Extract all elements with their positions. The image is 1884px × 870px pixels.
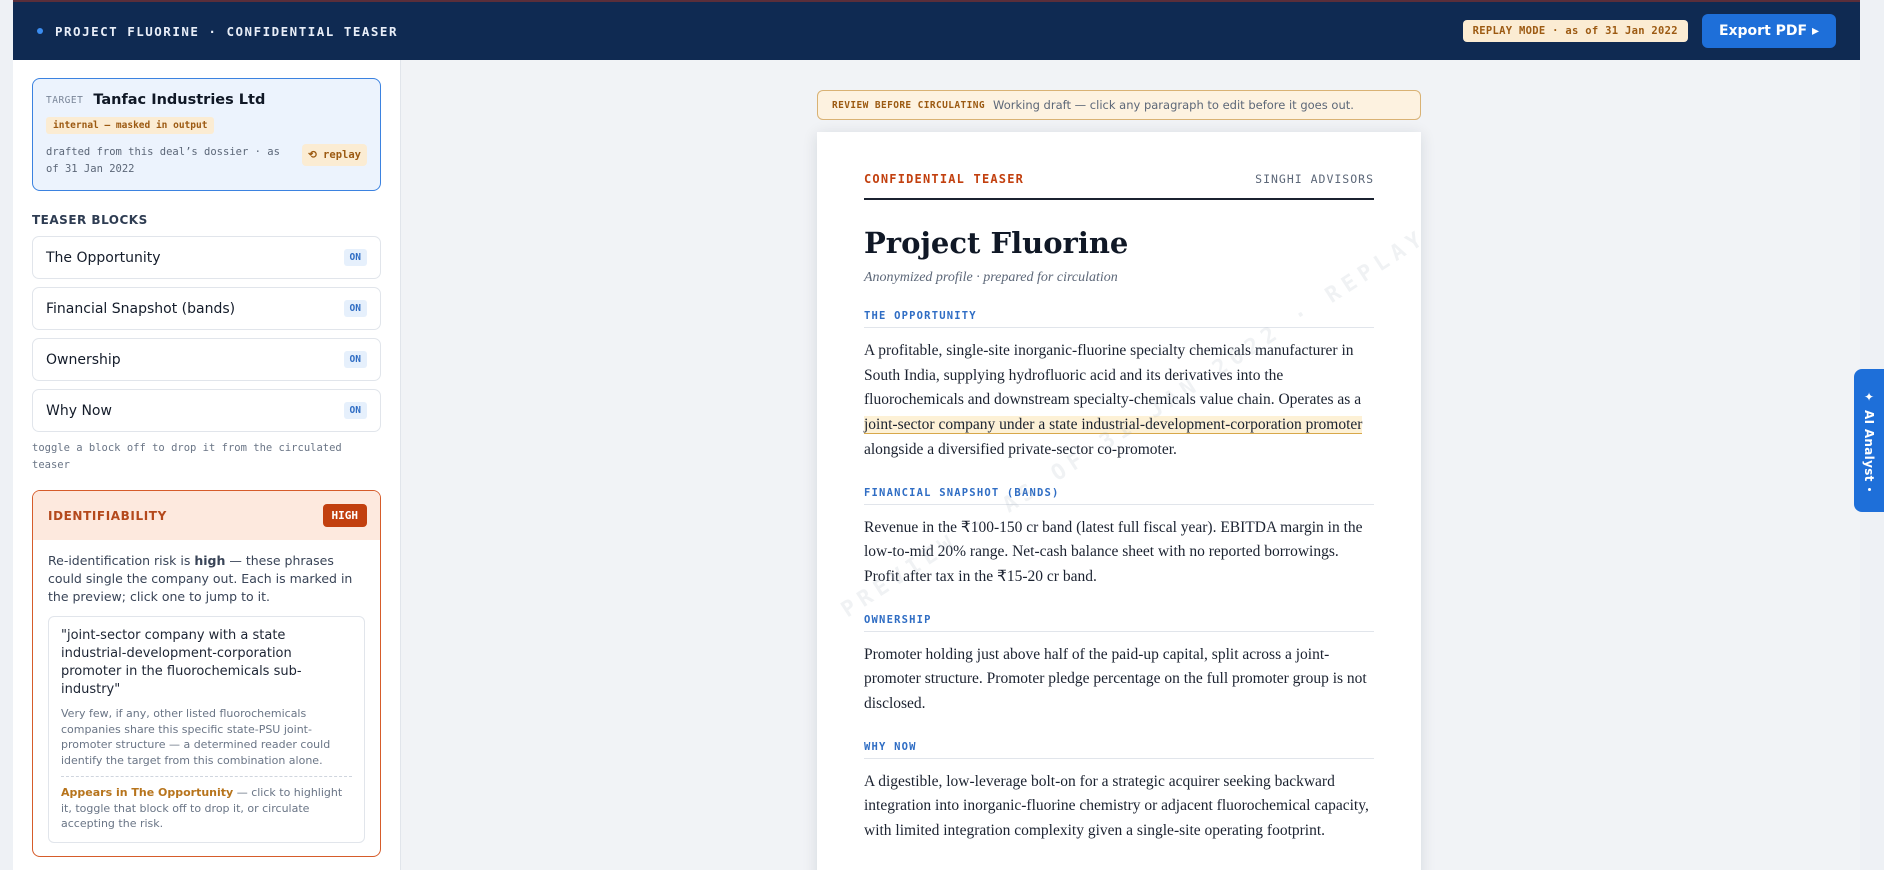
export-pdf-button[interactable]: Export PDF ▸ [1701, 14, 1836, 48]
block-toggle-opportunity[interactable]: The Opportunity ON [32, 236, 381, 279]
brand-dot-icon [37, 28, 43, 34]
appears-in-link[interactable]: Appears in The Opportunity [61, 786, 233, 799]
advisor-name: SINGHI ADVISORS [1255, 172, 1374, 186]
block-state-chip[interactable]: ON [343, 300, 367, 317]
identifiability-title: IDENTIFIABILITY [48, 508, 167, 523]
identifiability-header: IDENTIFIABILITY HIGH [33, 491, 380, 540]
ai-analyst-label: AI Analyst [1862, 410, 1876, 482]
preview-area: REVIEW BEFORE CIRCULATING Working draft … [401, 60, 1860, 870]
risk-phrase-card[interactable]: "joint-sector company with a state indus… [48, 616, 365, 843]
review-tag: REVIEW BEFORE CIRCULATING [832, 99, 985, 111]
review-banner: REVIEW BEFORE CIRCULATING Working draft … [817, 90, 1421, 120]
sidebar: TARGET Tanfac Industries Ltd internal — … [13, 60, 401, 870]
document-header: CONFIDENTIAL TEASER SINGHI ADVISORS [864, 172, 1374, 200]
app-title: PROJECT FLUORINE · CONFIDENTIAL TEASER [55, 23, 398, 39]
confidential-label: CONFIDENTIAL TEASER [864, 172, 1025, 186]
document-title: Project Fluorine [864, 226, 1129, 260]
mask-note-chip: internal — masked in output [46, 117, 215, 134]
risk-level-badge: HIGH [322, 504, 367, 527]
target-card: TARGET Tanfac Industries Ltd internal — … [32, 78, 381, 191]
paragraph-ownership[interactable]: Promoter holding just above half of the … [864, 643, 1374, 717]
brand: PROJECT FLUORINE · CONFIDENTIAL TEASER [37, 24, 398, 39]
block-toggle-ownership[interactable]: Ownership ON [32, 338, 381, 381]
review-text: Working draft — click any paragraph to e… [993, 98, 1354, 112]
section-heading-ownership: OWNERSHIP [864, 614, 1374, 632]
divider [61, 776, 352, 777]
block-label: The Opportunity [46, 249, 161, 266]
section-heading-why-now: WHY NOW [864, 741, 1374, 759]
block-state-chip[interactable]: ON [343, 249, 367, 266]
section-heading-opportunity: THE OPPORTUNITY [864, 310, 1374, 328]
sparkle-icon: ✦ [1863, 390, 1875, 405]
drafted-note: drafted from this deal’s dossier · as of… [46, 146, 280, 175]
identifiability-card: IDENTIFIABILITY HIGH Re-identification r… [32, 490, 381, 857]
paragraph-opportunity[interactable]: A profitable, single-site inorganic-fluo… [864, 339, 1374, 463]
paragraph-why-now[interactable]: A digestible, low-leverage bolt-on for a… [864, 770, 1374, 844]
paragraph-financial[interactable]: Revenue in the ₹100-150 cr band (latest … [864, 516, 1374, 590]
block-toggle-why-now[interactable]: Why Now ON [32, 389, 381, 432]
block-label: Why Now [46, 402, 112, 419]
document-subtitle: Anonymized profile · prepared for circul… [864, 270, 1118, 285]
replay-button[interactable]: ⟲ replay [301, 144, 367, 166]
toggle-hint: toggle a block off to drop it from the c… [32, 442, 342, 471]
section-heading-financial: FINANCIAL SNAPSHOT (BANDS) [864, 487, 1374, 505]
block-state-chip[interactable]: ON [343, 402, 367, 419]
teaser-document: PREVIEW · AS OF 31 JAN 2022 · REPLAY CON… [817, 132, 1421, 870]
block-toggle-financial-snapshot[interactable]: Financial Snapshot (bands) ON [32, 287, 381, 330]
block-label: Ownership [46, 351, 121, 368]
ai-analyst-tab[interactable]: ✦ AI Analyst [1854, 369, 1884, 512]
target-label: TARGET [46, 94, 84, 106]
block-state-chip[interactable]: ON [343, 351, 367, 368]
identifiability-description: Re-identification risk is high — these p… [48, 553, 353, 604]
target-name: Tanfac Industries Ltd [93, 92, 266, 108]
top-bar: PROJECT FLUORINE · CONFIDENTIAL TEASER R… [13, 2, 1860, 60]
risk-phrase-location: Appears in The Opportunity — click to hi… [61, 786, 343, 830]
app-window: PROJECT FLUORINE · CONFIDENTIAL TEASER R… [13, 0, 1860, 870]
teaser-blocks-heading: TEASER BLOCKS [32, 213, 148, 227]
risk-phrase-highlight[interactable]: joint-sector company under a state indus… [864, 416, 1363, 435]
risk-phrase-quote: "joint-sector company with a state indus… [61, 628, 302, 697]
replay-mode-badge: REPLAY MODE · as of 31 Jan 2022 [1462, 20, 1688, 42]
block-label: Financial Snapshot (bands) [46, 300, 236, 317]
risk-phrase-explanation: Very few, if any, other listed fluoroche… [61, 707, 331, 767]
dot-icon [1867, 487, 1871, 491]
top-bar-actions: REPLAY MODE · as of 31 Jan 2022 Export P… [1462, 14, 1836, 48]
